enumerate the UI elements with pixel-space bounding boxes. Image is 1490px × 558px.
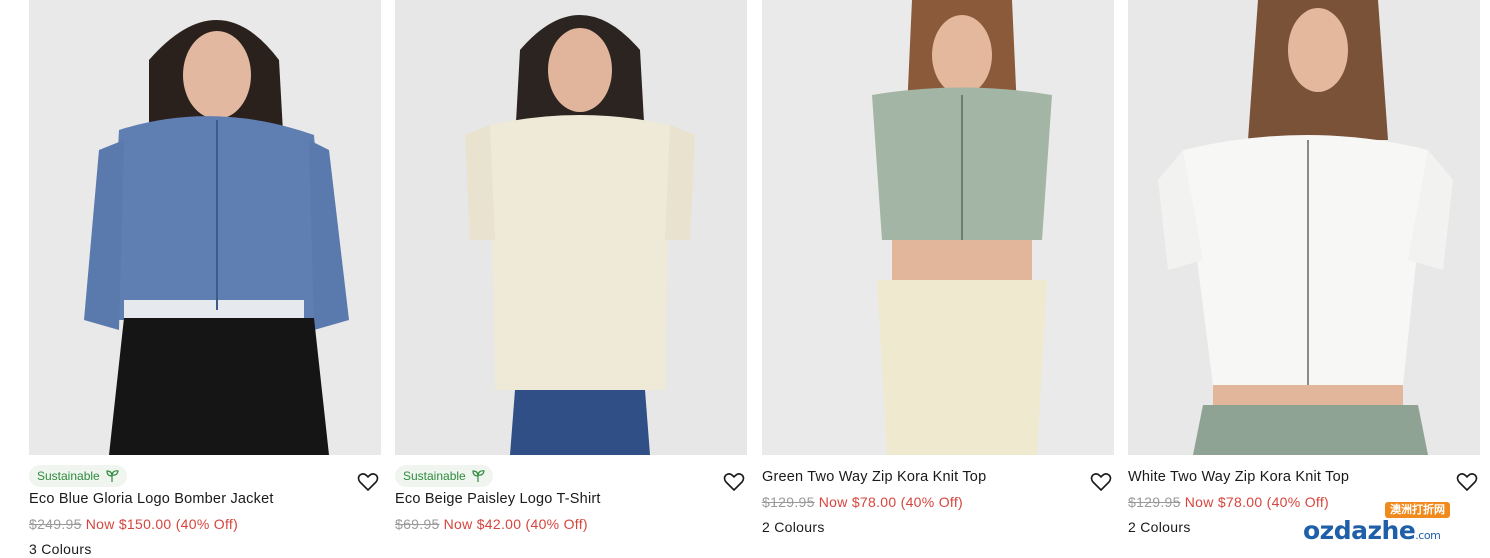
watermark-main: ozdazhe xyxy=(1303,516,1416,545)
heart-icon[interactable] xyxy=(723,472,745,492)
price-row: $129.95 Now $78.00 (40% Off) xyxy=(1128,494,1329,510)
watermark-suffix: .com xyxy=(1415,529,1441,542)
heart-icon[interactable] xyxy=(1456,472,1478,492)
product-title[interactable]: Eco Beige Paisley Logo T-Shirt xyxy=(395,491,601,507)
product-card[interactable]: White Two Way Zip Kora Knit Top $129.95 N… xyxy=(1128,0,1480,558)
product-info: Sustainable Eco Blue Gloria Logo Bomber … xyxy=(29,455,381,558)
watermark-logo: 澳洲打折网 ozdazhe.com xyxy=(1303,502,1473,552)
sale-price: Now $150.00 (40% Off) xyxy=(85,516,239,532)
product-card[interactable]: Sustainable Eco Beige Paisley Logo T-Shi… xyxy=(395,0,747,558)
original-price: $69.95 xyxy=(395,516,440,532)
sustainable-label: Sustainable xyxy=(403,469,466,483)
product-grid: Sustainable Eco Blue Gloria Logo Bomber … xyxy=(29,0,1480,558)
colour-count[interactable]: 3 Colours xyxy=(29,541,92,557)
colour-count[interactable]: 2 Colours xyxy=(762,519,825,535)
product-image[interactable] xyxy=(395,0,747,455)
original-price: $249.95 xyxy=(29,516,82,532)
product-info: Green Two Way Zip Kora Knit Top $129.95 N… xyxy=(762,455,1114,558)
leaf-icon xyxy=(472,470,485,482)
product-title[interactable]: White Two Way Zip Kora Knit Top xyxy=(1128,469,1349,485)
product-info: Sustainable Eco Beige Paisley Logo T-Shi… xyxy=(395,455,747,558)
sustainable-badge: Sustainable xyxy=(29,465,127,487)
product-image[interactable] xyxy=(29,0,381,455)
price-row: $249.95 Now $150.00 (40% Off) xyxy=(29,516,238,532)
product-card[interactable]: Green Two Way Zip Kora Knit Top $129.95 N… xyxy=(762,0,1114,558)
sale-price: Now $42.00 (40% Off) xyxy=(443,516,588,532)
sale-price: Now $78.00 (40% Off) xyxy=(818,494,963,510)
heart-icon[interactable] xyxy=(357,472,379,492)
original-price: $129.95 xyxy=(1128,494,1181,510)
original-price: $129.95 xyxy=(762,494,815,510)
price-row: $69.95 Now $42.00 (40% Off) xyxy=(395,516,588,532)
sustainable-badge: Sustainable xyxy=(395,465,493,487)
product-image[interactable] xyxy=(1128,0,1480,455)
product-title[interactable]: Eco Blue Gloria Logo Bomber Jacket xyxy=(29,491,274,507)
product-title[interactable]: Green Two Way Zip Kora Knit Top xyxy=(762,469,986,485)
colour-count[interactable]: 2 Colours xyxy=(1128,519,1191,535)
price-row: $129.95 Now $78.00 (40% Off) xyxy=(762,494,963,510)
watermark-text: ozdazhe.com xyxy=(1303,516,1441,545)
sustainable-label: Sustainable xyxy=(37,469,100,483)
product-card[interactable]: Sustainable Eco Blue Gloria Logo Bomber … xyxy=(29,0,381,558)
leaf-icon xyxy=(106,470,119,482)
heart-icon[interactable] xyxy=(1090,472,1112,492)
product-image[interactable] xyxy=(762,0,1114,455)
